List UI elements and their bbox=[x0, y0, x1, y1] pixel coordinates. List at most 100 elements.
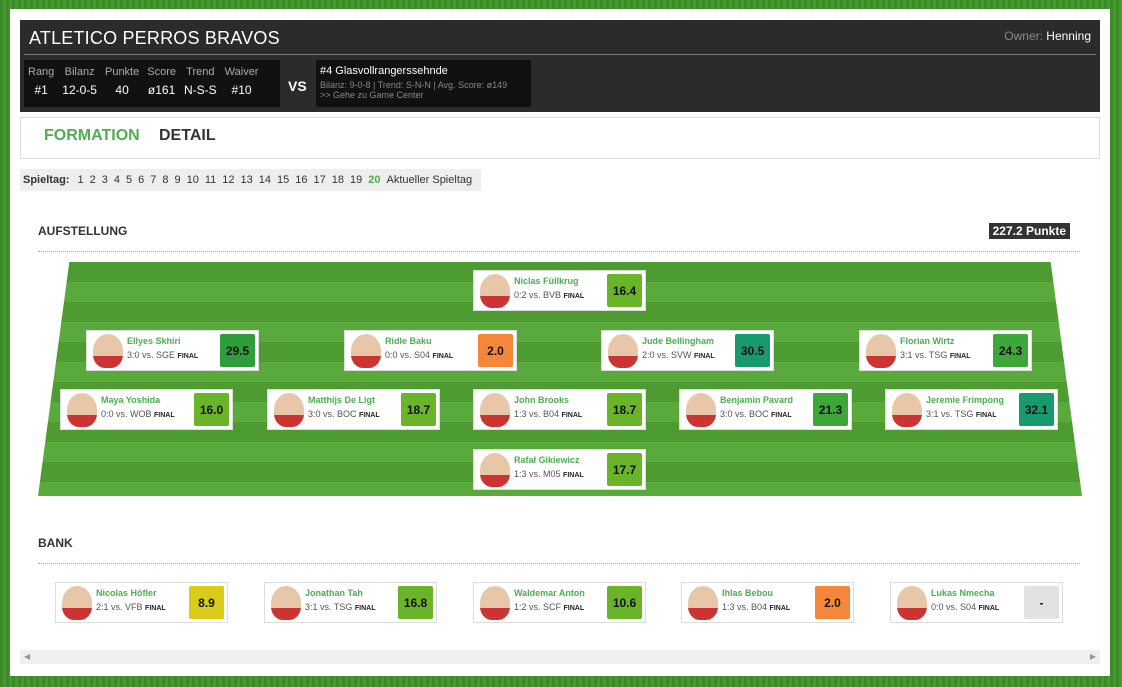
matchday-18[interactable]: 18 bbox=[332, 174, 344, 186]
match-result: 2:0 vs. SVW bbox=[642, 350, 692, 360]
opponent-box[interactable]: #4 Glasvollrangerssehnde Bilanz: 9-0-8 |… bbox=[316, 60, 531, 107]
matchday-10[interactable]: 10 bbox=[187, 174, 199, 186]
player-score: 24.3 bbox=[993, 334, 1028, 367]
owner-name: Henning bbox=[1046, 29, 1091, 43]
player-name[interactable]: Rafał Gikiewicz bbox=[514, 455, 580, 465]
final-tag: FINAL bbox=[561, 412, 583, 419]
player-name[interactable]: Matthijs De Ligt bbox=[308, 395, 375, 405]
match-result: 0:2 vs. BVB bbox=[514, 290, 562, 300]
player-card[interactable]: Lukas Nmecha 0:0 vs. S04 FINAL - bbox=[890, 582, 1063, 623]
matchday-14[interactable]: 14 bbox=[259, 174, 271, 186]
bench-title: BANK bbox=[38, 536, 73, 550]
matchday-20[interactable]: 20 bbox=[368, 174, 380, 186]
view-tabs: FORMATION DETAIL bbox=[20, 117, 1100, 159]
match-result: 3:0 vs. BOC bbox=[308, 409, 357, 419]
tab-formation[interactable]: FORMATION bbox=[44, 127, 140, 145]
final-tag: FINAL bbox=[978, 605, 1000, 612]
stat-label: Score bbox=[147, 66, 176, 78]
matchday-17[interactable]: 17 bbox=[314, 174, 326, 186]
matchday-selector: Spieltag: 1 2 3 4 5 6 7 8 9 10 11 12 13 14 15 16 17 18 19 2… bbox=[20, 169, 482, 191]
matchday-9[interactable]: 9 bbox=[174, 174, 180, 186]
player-match-info: 3:1 vs. TSG FINAL bbox=[926, 409, 996, 419]
stat-score: Score ø161 bbox=[143, 66, 180, 107]
match-result: 0:0 vs. WOB bbox=[101, 409, 152, 419]
player-name[interactable]: Nicolas Höfler bbox=[96, 588, 157, 598]
player-name[interactable]: Ihlas Bebou bbox=[722, 588, 773, 598]
matchday-5[interactable]: 5 bbox=[126, 174, 132, 186]
player-name[interactable]: Benjamin Pavard bbox=[720, 395, 793, 405]
player-card[interactable]: Waldemar Anton 1:2 vs. SCF FINAL 10.6 bbox=[473, 582, 646, 623]
player-card[interactable]: Nicolas Höfler 2:1 vs. VFB FINAL 8.9 bbox=[55, 582, 228, 623]
matchday-7[interactable]: 7 bbox=[150, 174, 156, 186]
matchday-13[interactable]: 13 bbox=[241, 174, 253, 186]
scroll-left-icon[interactable]: ◀ bbox=[24, 652, 30, 661]
player-match-info: 3:0 vs. BOC FINAL bbox=[720, 409, 792, 419]
matchday-16[interactable]: 16 bbox=[295, 174, 307, 186]
final-tag: FINAL bbox=[949, 353, 971, 360]
player-photo bbox=[480, 393, 510, 427]
matchday-1[interactable]: 1 bbox=[77, 174, 83, 186]
player-photo bbox=[480, 274, 510, 308]
matchday-4[interactable]: 4 bbox=[114, 174, 120, 186]
player-match-info: 1:3 vs. M05 FINAL bbox=[514, 469, 584, 479]
final-tag: FINAL bbox=[563, 472, 584, 479]
matchday-6[interactable]: 6 bbox=[138, 174, 144, 186]
match-result: 0:0 vs. S04 bbox=[931, 602, 977, 612]
player-card[interactable]: Rafał Gikiewicz 1:3 vs. M05 FINAL 17.7 bbox=[473, 449, 646, 490]
team-stats: Rang #1 Bilanz 12-0-5 Punkte 40 Score ø161 T… bbox=[24, 60, 280, 107]
player-card[interactable]: Ellyes Skhiri 3:0 vs. SGE FINAL 29.5 bbox=[86, 330, 259, 371]
game-center-link[interactable]: >> Gehe zu Game Center bbox=[320, 90, 527, 100]
player-card[interactable]: Florian Wirtz 3:1 vs. TSG FINAL 24.3 bbox=[859, 330, 1032, 371]
matchday-2[interactable]: 2 bbox=[90, 174, 96, 186]
player-card[interactable]: Niclas Füllkrug 0:2 vs. BVB FINAL 16.4 bbox=[473, 270, 646, 311]
player-match-info: 2:0 vs. SVW FINAL bbox=[642, 350, 715, 360]
player-name[interactable]: Jude Bellingham bbox=[642, 336, 714, 346]
player-name[interactable]: Jonathan Tah bbox=[305, 588, 363, 598]
match-result: 0:0 vs. S04 bbox=[385, 350, 431, 360]
matchday-15[interactable]: 15 bbox=[277, 174, 289, 186]
player-card[interactable]: Ridle Baku 0:0 vs. S04 FINAL 2.0 bbox=[344, 330, 517, 371]
stat-trend: Trend N-S-S bbox=[180, 66, 221, 107]
player-card[interactable]: Maya Yoshida 0:0 vs. WOB FINAL 16.0 bbox=[60, 389, 233, 430]
matchday-19[interactable]: 19 bbox=[350, 174, 362, 186]
player-match-info: 1:3 vs. B04 FINAL bbox=[514, 409, 582, 419]
player-name[interactable]: Lukas Nmecha bbox=[931, 588, 995, 598]
player-match-info: 3:1 vs. TSG FINAL bbox=[900, 350, 970, 360]
match-result: 2:1 vs. VFB bbox=[96, 602, 143, 612]
player-card[interactable]: Matthijs De Ligt 3:0 vs. BOC FINAL 18.7 bbox=[267, 389, 440, 430]
player-card[interactable]: John Brooks 1:3 vs. B04 FINAL 18.7 bbox=[473, 389, 646, 430]
player-name[interactable]: Niclas Füllkrug bbox=[514, 276, 579, 286]
player-card[interactable]: Ihlas Bebou 1:3 vs. B04 FINAL 2.0 bbox=[681, 582, 854, 623]
player-card[interactable]: Jude Bellingham 2:0 vs. SVW FINAL 30.5 bbox=[601, 330, 774, 371]
final-tag: FINAL bbox=[769, 605, 791, 612]
matchday-3[interactable]: 3 bbox=[102, 174, 108, 186]
player-score: 29.5 bbox=[220, 334, 255, 367]
player-name[interactable]: Maya Yoshida bbox=[101, 395, 160, 405]
player-score: 16.4 bbox=[607, 274, 642, 307]
player-name[interactable]: Florian Wirtz bbox=[900, 336, 954, 346]
matchday-11[interactable]: 11 bbox=[205, 174, 216, 186]
stat-rank: Rang #1 bbox=[24, 66, 58, 107]
matchday-12[interactable]: 12 bbox=[222, 174, 234, 186]
horizontal-scrollbar[interactable]: ◀ ▶ bbox=[20, 650, 1100, 664]
player-name[interactable]: Waldemar Anton bbox=[514, 588, 585, 598]
scroll-right-icon[interactable]: ▶ bbox=[1090, 652, 1096, 661]
player-name[interactable]: John Brooks bbox=[514, 395, 569, 405]
player-match-info: 1:3 vs. B04 FINAL bbox=[722, 602, 790, 612]
player-name[interactable]: Ellyes Skhiri bbox=[127, 336, 181, 346]
final-tag: FINAL bbox=[359, 412, 380, 419]
matchday-8[interactable]: 8 bbox=[162, 174, 168, 186]
final-tag: FINAL bbox=[563, 605, 585, 612]
player-score: 17.7 bbox=[607, 453, 642, 486]
player-card[interactable]: Jeremie Frimpong 3:1 vs. TSG FINAL 32.1 bbox=[885, 389, 1058, 430]
opponent-name[interactable]: #4 Glasvollrangerssehnde bbox=[320, 65, 527, 77]
player-name[interactable]: Ridle Baku bbox=[385, 336, 432, 346]
tab-detail[interactable]: DETAIL bbox=[159, 127, 216, 145]
current-matchday-link[interactable]: Aktueller Spieltag bbox=[387, 174, 473, 186]
player-match-info: 1:2 vs. SCF FINAL bbox=[514, 602, 584, 612]
player-match-info: 0:2 vs. BVB FINAL bbox=[514, 290, 584, 300]
player-card[interactable]: Benjamin Pavard 3:0 vs. BOC FINAL 21.3 bbox=[679, 389, 852, 430]
player-card[interactable]: Jonathan Tah 3:1 vs. TSG FINAL 16.8 bbox=[264, 582, 437, 623]
header-divider bbox=[24, 54, 1096, 55]
player-name[interactable]: Jeremie Frimpong bbox=[926, 395, 1004, 405]
